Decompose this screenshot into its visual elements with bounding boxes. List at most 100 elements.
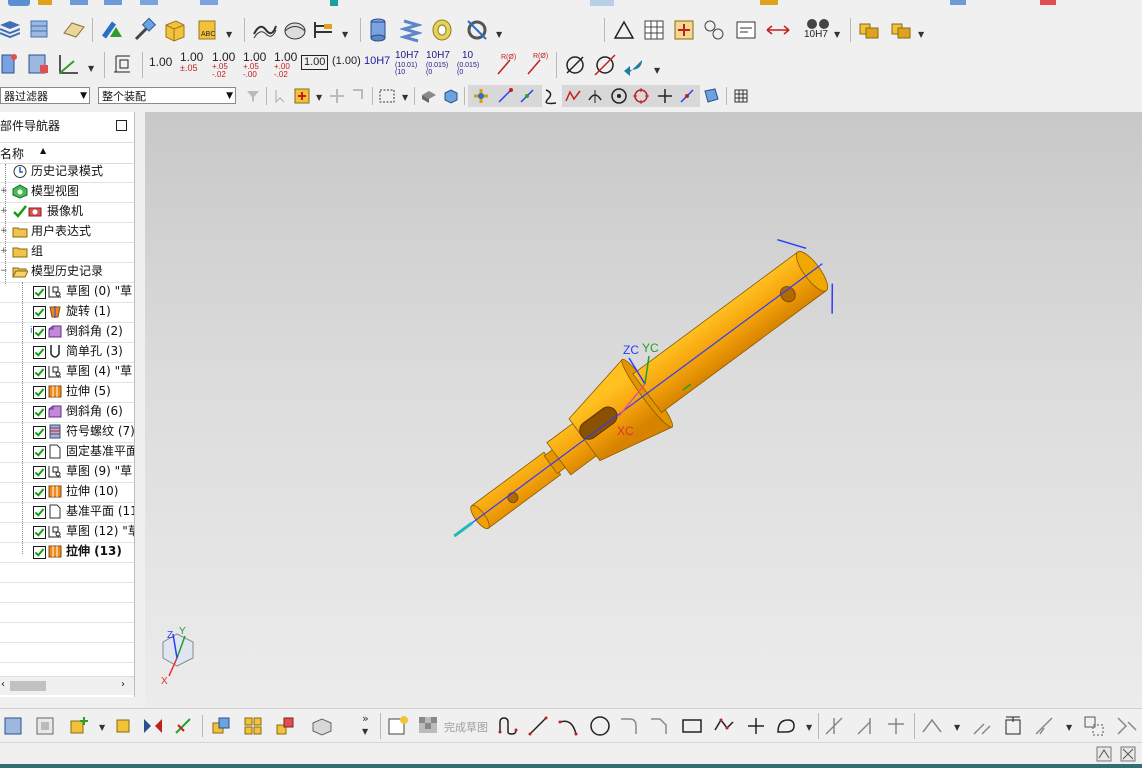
pattern-component-icon[interactable] [242,715,264,737]
rectangle-select-icon[interactable] [378,87,396,105]
visibility-checkbox[interactable] [33,386,46,399]
chamfer-tool-icon[interactable] [648,714,672,738]
visibility-checkbox[interactable] [33,306,46,319]
dropdown-arrow[interactable]: ▼ [226,30,232,39]
snap-intersection-icon[interactable] [656,87,674,105]
feature-row-extrude-13[interactable]: 拉伸 (13) [0,542,134,563]
visibility-checkbox[interactable] [33,346,46,359]
view-orientation-triad[interactable]: X Y Z [161,626,194,687]
sketch-settings-icon[interactable] [386,714,410,738]
shaft-part[interactable] [427,227,850,573]
feature-row-chamfer-2[interactable]: i 倒斜角 (2) [0,322,134,343]
inferred-constraint-icon[interactable] [970,714,994,738]
feature-row-fixed-datum-plane[interactable]: 固定基准平面 [0,442,134,463]
triangle-icon[interactable] [612,18,636,42]
status-icon-2[interactable] [1120,746,1136,762]
scope-combo[interactable]: 整个装配 ▼ [98,87,236,104]
layers-icon[interactable] [0,17,20,41]
replace-component-icon[interactable] [274,715,296,737]
tree-item-model-views[interactable]: + 模型视图 [0,182,134,203]
type-filter-combo[interactable]: 器过滤器 ▼ [0,87,90,104]
partial-icon-4[interactable] [104,0,122,5]
part-list-icon[interactable] [0,51,20,77]
expand-icon[interactable]: + [0,242,8,261]
fit-label[interactable]: 10H7 [804,30,828,40]
dropdown-arrow[interactable]: ▼ [496,30,502,39]
dim-tol-only-main[interactable]: 10 [462,51,473,61]
quick-extend-icon[interactable] [854,714,878,738]
block-icon[interactable] [162,17,188,43]
add-component-icon[interactable] [68,715,90,737]
snap-curve-point-icon[interactable] [564,87,582,105]
partial-icon-3[interactable] [70,0,88,5]
wave-link-icon[interactable] [310,715,334,737]
status-icon-1[interactable] [1096,746,1112,762]
tree-item-user-expressions[interactable]: + 用户表达式 [0,222,134,243]
visibility-checkbox[interactable] [33,526,46,539]
move-object-icon[interactable] [100,17,126,43]
dim-fit-tol-main[interactable]: 10H7 [426,51,450,61]
undo-arrow-icon[interactable] [622,54,648,76]
dropdown-arrow[interactable]: ▼ [402,93,408,102]
diameter-icon[interactable] [562,52,588,78]
hammer-icon[interactable] [132,17,158,43]
feature-row-sketch-12[interactable]: 草图 (12) "草 [0,522,134,543]
dropdown-arrow[interactable]: ▼ [316,93,322,102]
point-tool-icon[interactable] [744,714,768,738]
snap-control-icon[interactable] [542,87,560,105]
feature-row-sketch-9[interactable]: 草图 (9) "草 [0,462,134,483]
rapid-dimension-sketch-icon[interactable] [1000,714,1026,738]
graphics-viewport[interactable]: ZC YC XC X Y Z [145,112,1142,708]
finish-sketch-flag-icon[interactable] [416,714,440,738]
assembly-nav-icon[interactable] [2,715,24,737]
dropdown-arrow[interactable]: ▼ [99,723,105,732]
eraser-icon[interactable] [62,19,86,39]
column-header[interactable]: 名称 ▲ [0,142,134,164]
dropdown-arrow[interactable]: ▼ [654,66,660,75]
curve-tool-icon[interactable] [312,18,338,42]
constraint-icon[interactable] [210,715,232,737]
partial-icon-1[interactable] [8,0,30,6]
snap-face-icon[interactable] [702,87,720,105]
surface-icon[interactable] [252,18,278,42]
geometric-constraint-icon[interactable] [920,714,946,738]
snap-midpoint-icon[interactable] [518,87,536,105]
scroll-left-icon[interactable]: ‹ [1,679,5,690]
select-filter-icon[interactable] [292,86,312,106]
new-component-icon[interactable] [112,715,134,737]
text-block-icon[interactable]: ABC [196,17,222,43]
tree-item-history-mode[interactable]: 历史记录模式 [0,162,134,183]
solid-body-icon[interactable] [442,87,460,105]
bearing-icon[interactable] [430,17,454,43]
partial-icon-5[interactable] [140,0,158,5]
select-cursor-icon[interactable] [272,87,290,105]
finish-sketch-label[interactable]: 完成草图 [444,719,488,735]
partial-icon-6[interactable] [200,0,218,5]
rapid-dimension-icon[interactable] [110,52,136,76]
maximize-icon[interactable] [116,120,127,131]
tree-item-camera[interactable]: + 摄像机 [0,202,134,223]
dropdown-arrow[interactable]: ▼ [834,30,840,39]
gear-icon[interactable] [464,17,490,43]
binoculars-icon[interactable] [806,16,830,30]
profile-tool-icon[interactable] [496,714,520,738]
dropdown-arrow[interactable]: ▼ [918,30,924,39]
partial-icon-11[interactable] [1040,0,1056,5]
circle-tool-icon[interactable] [588,714,612,738]
feature-row-simple-hole[interactable]: 简单孔 (3) [0,342,134,363]
partial-icon-7[interactable] [330,0,338,6]
visibility-checkbox[interactable] [33,446,46,459]
snap-endpoint-icon[interactable] [496,87,514,105]
expand-icon[interactable]: + [0,222,8,241]
feature-row-sketch-4[interactable]: 草图 (4) "草 [0,362,134,383]
diameter-alt-icon[interactable] [592,52,618,78]
visibility-checkbox[interactable] [33,486,46,499]
visibility-checkbox[interactable] [33,546,46,559]
visibility-checkbox[interactable] [33,366,46,379]
mirror-assembly-icon[interactable] [142,715,164,737]
dimension-arrow-icon[interactable] [764,20,792,40]
component-icon[interactable] [34,715,56,737]
snap-enable-icon[interactable] [472,87,490,105]
sheet-icon[interactable] [26,51,50,77]
table-icon[interactable] [642,18,666,42]
